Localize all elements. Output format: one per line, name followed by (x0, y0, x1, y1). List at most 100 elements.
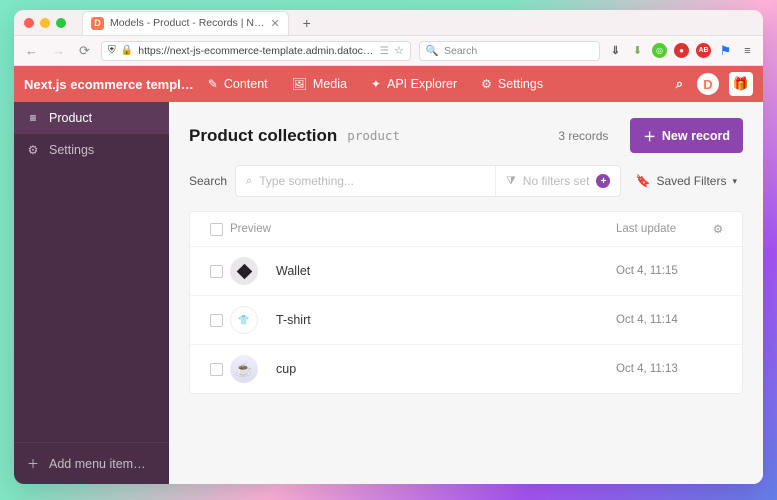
nav-content-label: Content (224, 77, 268, 91)
collection-header: Product collection product 3 records ＋ N… (169, 102, 763, 165)
nav-settings[interactable]: ⚙ Settings (471, 66, 553, 102)
gear-sparkle-icon: ✦ (371, 77, 381, 91)
search-input[interactable]: ⌕ Type something... (236, 166, 364, 196)
url-text: https://next-js-ecommerce-template.admin… (138, 45, 374, 57)
row-checkbox[interactable] (210, 265, 223, 278)
col-last-update: Last update (616, 223, 706, 235)
search-placeholder: Type something... (259, 174, 354, 188)
search-filter-box: ⌕ Type something... ⧩ No filters set + (235, 165, 621, 197)
ext-icon-4[interactable]: ● (674, 43, 689, 58)
back-button[interactable]: ← (22, 43, 41, 58)
image-icon: 🖼 (292, 77, 307, 91)
reload-button[interactable]: ⟳ (76, 43, 93, 59)
thumbnail-icon (230, 257, 258, 285)
address-bar[interactable]: ⛨ 🔒 https://next-js-ecommerce-template.a… (101, 41, 411, 61)
app-header: Next.js ecommerce templ… ✎ Content 🖼 Media… (14, 66, 763, 102)
main-panel: Product collection product 3 records ＋ N… (169, 102, 763, 484)
nav-media-label: Media (313, 77, 347, 91)
window-close-icon[interactable] (24, 18, 34, 28)
collection-title: Product collection (189, 126, 337, 146)
table-header: Preview Last update ⚙ (190, 212, 742, 247)
nav-media[interactable]: 🖼 Media (282, 66, 357, 102)
tab-close-icon[interactable]: ✕ (270, 17, 279, 30)
chevron-down-icon: ▾ (732, 176, 737, 187)
record-updated: Oct 4, 11:14 (616, 314, 706, 326)
records-table: Preview Last update ⚙ Wallet Oct 4, 11:1… (189, 211, 743, 394)
forward-button[interactable]: → (49, 43, 68, 58)
sidebar-item-product[interactable]: ≡ Product (14, 102, 169, 134)
filter-segment[interactable]: ⧩ No filters set + (495, 166, 621, 196)
app-body: ≡ Product ⚙ Settings ＋ Add menu item… Pr… (14, 102, 763, 484)
add-menu-item-label: Add menu item… (49, 457, 146, 471)
sidebar-item-label: Product (49, 111, 92, 125)
record-updated: Oct 4, 11:13 (616, 363, 706, 375)
col-preview: Preview (230, 223, 276, 235)
browser-search-box[interactable]: 🔍 Search (419, 41, 600, 61)
datocms-logo-icon[interactable]: D (697, 73, 719, 95)
plus-icon: ＋ (26, 455, 40, 472)
row-checkbox[interactable] (210, 363, 223, 376)
nav-api[interactable]: ✦ API Explorer (361, 66, 467, 102)
tab-favicon-icon: D (91, 17, 104, 30)
browser-tab[interactable]: D Models - Product - Records | N… ✕ (82, 11, 289, 35)
window-minimize-icon[interactable] (40, 18, 50, 28)
new-tab-button[interactable]: + (303, 15, 311, 31)
thumbnail-icon: ☕ (230, 355, 258, 383)
gift-icon[interactable]: 🎁 (729, 72, 753, 96)
search-placeholder: Search (444, 45, 477, 57)
window-zoom-icon[interactable] (56, 18, 66, 28)
browser-menu-icon[interactable]: ≡ (740, 43, 755, 58)
add-menu-item-button[interactable]: ＋ Add menu item… (14, 442, 169, 484)
saved-filters-dropdown[interactable]: 🔖 Saved Filters ▾ (629, 174, 743, 188)
ext-icon-6[interactable]: ⚑ (718, 43, 733, 58)
table-row[interactable]: ☕ cup Oct 4, 11:13 (190, 345, 742, 393)
ext-icon-3[interactable]: ◎ (652, 43, 667, 58)
search-icon: ⌕ (246, 175, 252, 188)
search-label: Search (189, 174, 227, 188)
ext-download-icon[interactable]: ⬇ (630, 43, 645, 58)
table-row[interactable]: Wallet Oct 4, 11:15 (190, 247, 742, 296)
collection-api-id: product (347, 128, 400, 143)
nav-settings-label: Settings (498, 77, 543, 91)
sidebar: ≡ Product ⚙ Settings ＋ Add menu item… (14, 102, 169, 484)
header-search-icon[interactable]: ⌕ (670, 76, 689, 92)
titlebar: D Models - Product - Records | N… ✕ + (14, 10, 763, 36)
sidebar-item-label: Settings (49, 143, 94, 157)
nav-api-label: API Explorer (387, 77, 457, 91)
bookmark-star-icon[interactable]: ☆ (394, 44, 404, 57)
lock-icon: 🔒 (121, 45, 133, 56)
record-updated: Oct 4, 11:15 (616, 265, 706, 277)
funnel-icon: ⧩ (506, 175, 516, 188)
leaf-icon: ✎ (208, 77, 218, 91)
new-record-label: New record (662, 129, 730, 143)
plus-icon: ＋ (643, 126, 656, 145)
record-name: Wallet (276, 264, 616, 278)
record-name: T-shirt (276, 313, 616, 327)
tab-title: Models - Product - Records | N… (110, 17, 264, 29)
browser-window: D Models - Product - Records | N… ✕ + ← … (14, 10, 763, 484)
shield-icon: ⛨ (108, 44, 116, 57)
url-toolbar: ← → ⟳ ⛨ 🔒 https://next-js-ecommerce-temp… (14, 36, 763, 66)
filter-label: No filters set (523, 174, 590, 188)
project-title[interactable]: Next.js ecommerce templ… (24, 77, 194, 92)
nav-content[interactable]: ✎ Content (198, 66, 278, 102)
new-record-button[interactable]: ＋ New record (630, 118, 743, 153)
ext-icon-1[interactable]: ⇓ (608, 43, 623, 58)
table-row[interactable]: 👕 T-shirt Oct 4, 11:14 (190, 296, 742, 345)
extension-tray: ⇓ ⬇ ◎ ● AB ⚑ ≡ (608, 43, 755, 58)
select-all-checkbox[interactable] (210, 223, 223, 236)
list-icon: ≡ (26, 111, 40, 125)
ext-adblock-icon[interactable]: AB (696, 43, 711, 58)
table-settings-icon[interactable]: ⚙ (713, 224, 723, 236)
row-checkbox[interactable] (210, 314, 223, 327)
search-row: Search ⌕ Type something... ⧩ No filters … (169, 165, 763, 211)
sidebar-item-settings[interactable]: ⚙ Settings (14, 134, 169, 166)
record-name: cup (276, 362, 616, 376)
bookmark-icon: 🔖 (635, 174, 650, 188)
reader-icon[interactable]: ☰ (380, 45, 389, 57)
gear-icon: ⚙ (481, 77, 492, 91)
saved-filters-label: Saved Filters (656, 174, 726, 188)
add-filter-icon[interactable]: + (596, 174, 610, 188)
thumbnail-icon: 👕 (230, 306, 258, 334)
search-icon: 🔍 (426, 44, 439, 57)
